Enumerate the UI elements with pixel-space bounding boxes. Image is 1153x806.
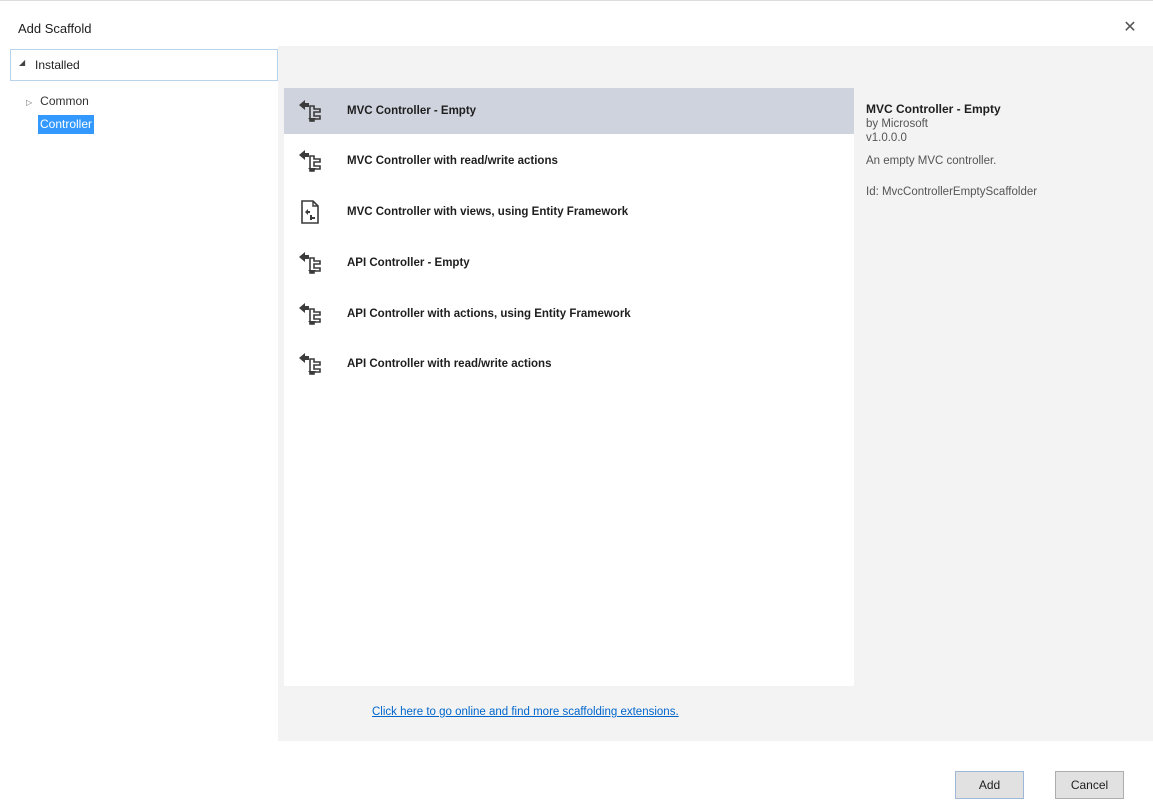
title-bar: Add Scaffold ✕ <box>0 0 1153 46</box>
tree-item-controller[interactable]: Controller <box>38 115 95 134</box>
controller-icon <box>299 353 321 375</box>
template-label: MVC Controller with read/write actions <box>347 155 558 167</box>
template-item[interactable]: API Controller with read/write actions <box>284 341 854 387</box>
template-item[interactable]: API Controller - Empty <box>284 240 854 286</box>
close-button[interactable]: ✕ <box>1119 17 1141 39</box>
tree-item-label: Common <box>40 94 89 108</box>
template-label: MVC Controller - Empty <box>347 105 477 117</box>
details-version: v1.0.0.0 <box>866 132 907 144</box>
details-author: by Microsoft <box>866 118 928 130</box>
tree-item-common[interactable]: ▷ Common <box>26 94 89 108</box>
add-button[interactable]: Add <box>955 771 1024 799</box>
template-label: API Controller - Empty <box>347 257 470 269</box>
collapse-arrow-icon[interactable]: ◢ <box>19 58 25 67</box>
controller-icon <box>299 100 321 122</box>
installed-header[interactable]: ◢ Installed <box>10 49 278 81</box>
online-extensions-link[interactable]: Click here to go online and find more sc… <box>372 706 679 718</box>
controller-icon <box>299 150 321 172</box>
controller-icon <box>299 303 321 325</box>
document-icon <box>301 200 319 224</box>
controller-icon <box>299 252 321 274</box>
cancel-button[interactable]: Cancel <box>1055 771 1124 799</box>
template-item[interactable]: MVC Controller with views, using Entity … <box>284 189 854 235</box>
dialog-footer: Add Cancel <box>0 741 1153 806</box>
template-label: API Controller with read/write actions <box>347 358 552 370</box>
installed-label: Installed <box>35 58 80 72</box>
details-id: Id: MvcControllerEmptyScaffolder <box>866 186 1038 198</box>
dialog-title: Add Scaffold <box>18 21 92 36</box>
details-title: MVC Controller - Empty <box>866 102 1001 116</box>
details-description: An empty MVC controller. <box>866 155 997 167</box>
template-label: MVC Controller with views, using Entity … <box>347 206 629 218</box>
template-item[interactable]: MVC Controller with read/write actions <box>284 138 854 184</box>
expand-arrow-icon[interactable]: ▷ <box>26 98 32 107</box>
category-tree: ◢ Installed ▷ Common Controller <box>0 46 278 741</box>
template-label: API Controller with actions, using Entit… <box>347 308 631 320</box>
scaffold-template-list: MVC Controller - Empty MVC Controller wi… <box>284 88 854 686</box>
template-item[interactable]: API Controller with actions, using Entit… <box>284 291 854 337</box>
details-panel: MVC Controller - Empty by Microsoft v1.0… <box>866 102 1146 198</box>
template-item[interactable]: MVC Controller - Empty <box>284 88 854 134</box>
